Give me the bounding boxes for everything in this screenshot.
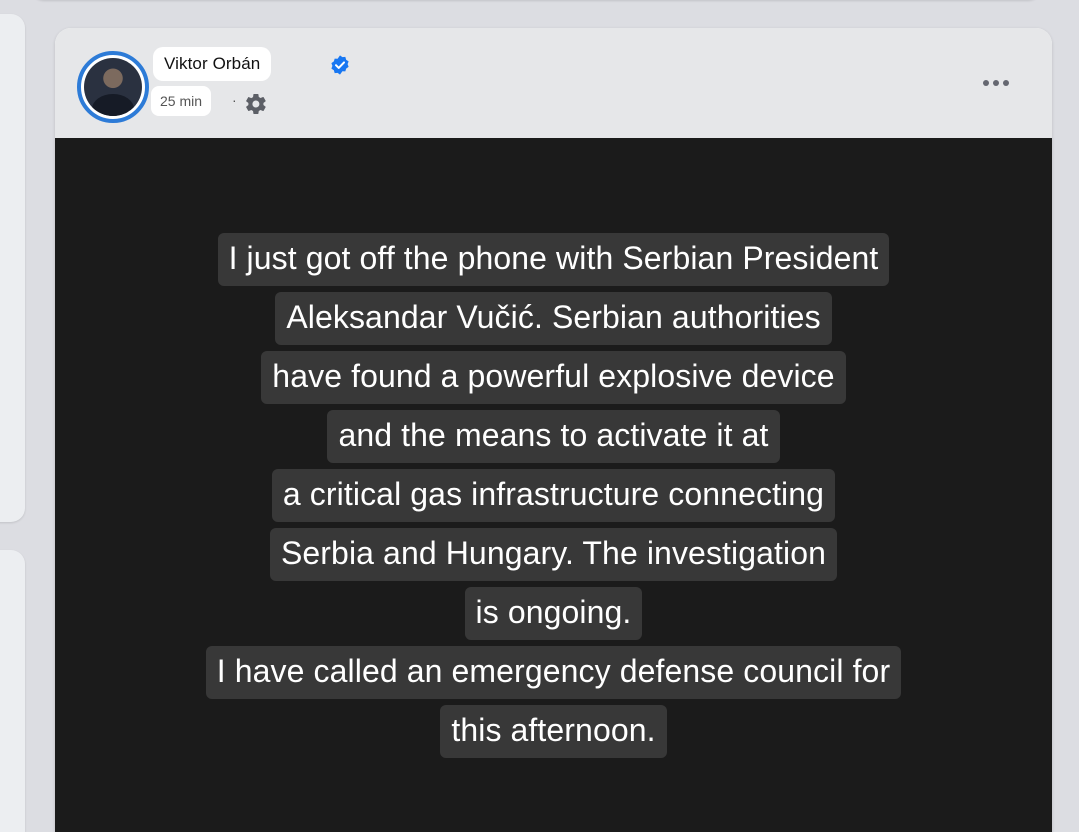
caption-line: Aleksandar Vučić. Serbian authorities — [275, 292, 832, 345]
caption-line: Serbia and Hungary. The investigation — [269, 528, 838, 581]
more-options-icon[interactable] — [971, 68, 1021, 98]
caption-line: a critical gas infrastructure connecting — [271, 469, 836, 522]
caption-line: is ongoing. — [464, 587, 643, 640]
caption-line: this afternoon. — [440, 705, 667, 758]
post-header: Viktor Orbán 25 min · — [55, 28, 1052, 138]
feed-page: Viktor Orbán 25 min · I just got off the… — [0, 0, 1079, 832]
side-card-upper — [0, 14, 25, 522]
author-avatar[interactable] — [77, 51, 149, 123]
post-timestamp[interactable]: 25 min — [151, 86, 212, 116]
avatar-photo — [84, 58, 142, 116]
gear-icon[interactable] — [244, 92, 268, 116]
meta-separator: · — [232, 92, 237, 108]
post-card: Viktor Orbán 25 min · I just got off the… — [55, 28, 1052, 832]
caption-line: I have called an emergency defense counc… — [205, 646, 902, 699]
caption-text-block: I just got off the phone with Serbian Pr… — [55, 233, 1052, 764]
post-media[interactable]: I just got off the phone with Serbian Pr… — [55, 138, 1052, 832]
caption-line: I just got off the phone with Serbian Pr… — [217, 233, 890, 286]
author-name[interactable]: Viktor Orbán — [153, 47, 272, 81]
caption-line: and the means to activate it at — [327, 410, 780, 463]
caption-line: have found a powerful explosive device — [261, 351, 846, 404]
verified-badge-icon — [331, 55, 349, 75]
side-card-lower — [0, 550, 25, 832]
